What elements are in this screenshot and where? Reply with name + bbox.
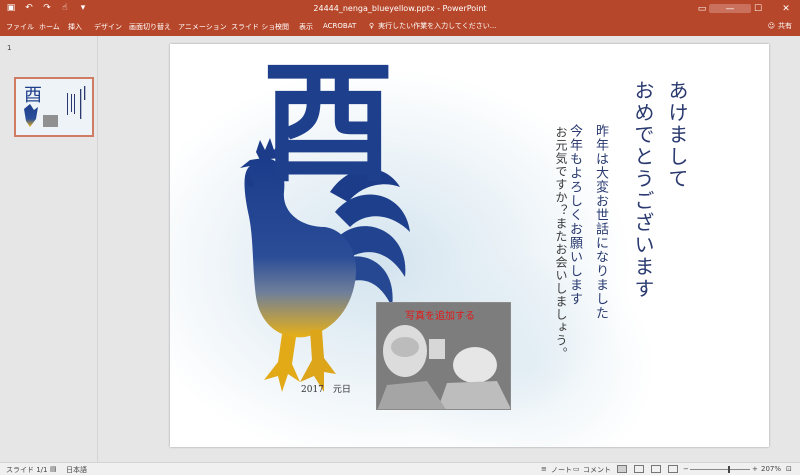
body-line-1: 昨年は大変お世話になりました (593, 124, 608, 320)
ribbon-tabs: ファイル ホーム 挿入 デザイン 画面切り替え アニメーション スライド ショー… (0, 17, 800, 36)
zoom-slider-thumb[interactable] (728, 466, 730, 473)
close-icon[interactable]: ✕ (772, 0, 800, 17)
tab-view[interactable]: 表示 (299, 22, 313, 32)
thumbnail-preview: 酉 (16, 79, 92, 135)
notes-icon: ≡ (541, 465, 547, 473)
document-title: 24444_nenga_blueyellow.pptx - PowerPoint (313, 4, 487, 13)
reading-view-icon[interactable] (651, 465, 661, 473)
normal-view-icon[interactable] (617, 465, 627, 473)
minimize-icon[interactable]: — (716, 0, 744, 17)
maximize-icon[interactable]: ☐ (744, 0, 772, 17)
notes-button[interactable]: ノート (551, 465, 572, 475)
tab-design[interactable]: デザイン (94, 22, 122, 32)
tab-animations[interactable]: アニメーション (178, 22, 227, 32)
closing-text: お元気ですか？またお会いしましょう。 (552, 126, 570, 360)
comments-button[interactable]: コメント (583, 465, 611, 475)
fit-to-window-icon[interactable]: ⊡ (786, 465, 792, 473)
closing-line-1: お元気ですか？またお会いしましょう。 (554, 126, 568, 360)
add-photo-label: 写真を追加する (405, 311, 475, 322)
zoom-out-icon[interactable]: − (683, 465, 689, 473)
comments-icon: ▭ (573, 465, 580, 473)
slide-thumbnail-pane: 1 酉 (0, 36, 98, 462)
zoom-level[interactable]: 207% (761, 465, 781, 473)
slide-thumbnail[interactable]: 酉 (14, 77, 94, 137)
tab-home[interactable]: ホーム (39, 22, 60, 32)
language[interactable]: 日本語 (66, 465, 87, 475)
greeting-line-2: おめでとうございます (631, 80, 655, 300)
tell-me-box[interactable]: ♀ 実行したい作業を入力してください... (369, 21, 496, 31)
zodiac-kanji: 酉 (262, 46, 394, 201)
slide[interactable]: 酉 2017 元日 写真を追加する あけまして おめでとうございます 昨年は大変… (170, 44, 769, 447)
greeting-line-1: あけまして (665, 80, 689, 190)
tab-acrobat[interactable]: ACROBAT (323, 22, 356, 30)
slide-sorter-icon[interactable] (634, 465, 644, 473)
zoom-slider[interactable] (690, 469, 750, 470)
photo-placeholder[interactable]: 写真を追加する (376, 302, 511, 410)
share-button[interactable]: ☺ 共有 (768, 21, 792, 31)
title-bar: ▣ ↶ ↷ ☝ ▾ 24444_nenga_blueyellow.pptx - … (0, 0, 800, 17)
tab-review[interactable]: 校閲 (275, 22, 289, 32)
language-icon: ▤ (50, 465, 57, 473)
slideshow-icon[interactable] (668, 465, 678, 473)
tab-transitions[interactable]: 画面切り替え (129, 22, 171, 32)
ribbon-display-icon[interactable]: ▭ (688, 0, 716, 17)
person-icon: ☺ (767, 22, 775, 30)
window-controls: ▭ — ☐ ✕ (688, 0, 800, 17)
tab-insert[interactable]: 挿入 (68, 22, 82, 32)
svg-text:酉: 酉 (24, 85, 42, 106)
date-text: 2017 元日 (301, 385, 351, 395)
slide-count: スライド 1/1 (6, 466, 48, 474)
tell-me-text: 実行したい作業を入力してください... (378, 22, 497, 30)
status-bar: スライド 1/1 ▤ 日本語 ≡ ノート ▭ コメント − + 207% ⊡ (0, 462, 800, 475)
greeting-text: あけまして おめでとうございます (626, 80, 694, 300)
zoom-in-icon[interactable]: + (752, 465, 758, 473)
share-label: 共有 (778, 22, 792, 30)
lightbulb-icon: ♀ (369, 22, 375, 30)
slide-number: 1 (7, 44, 12, 52)
tab-file[interactable]: ファイル (6, 22, 34, 32)
